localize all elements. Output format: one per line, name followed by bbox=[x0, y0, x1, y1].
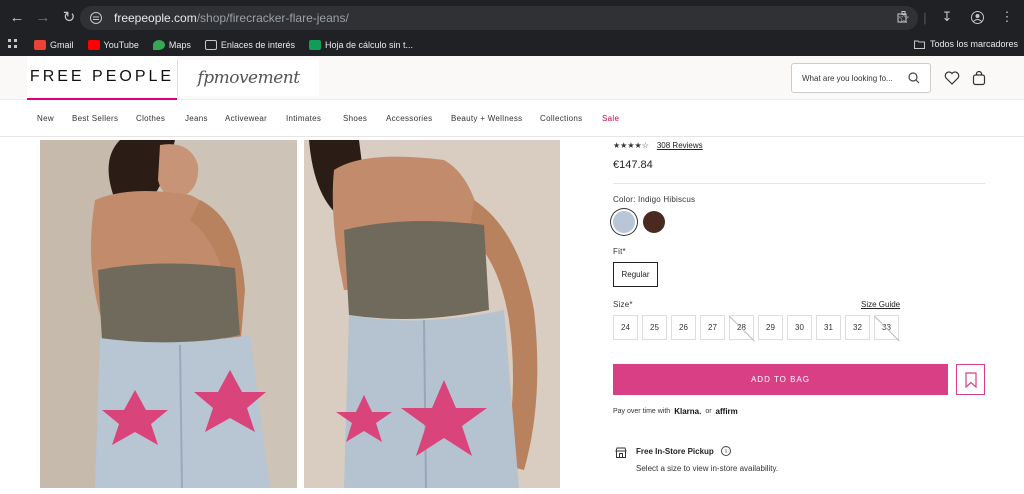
size-option-32[interactable]: 32 bbox=[845, 315, 870, 340]
folder-icon bbox=[913, 40, 925, 49]
site-info-icon[interactable] bbox=[88, 10, 104, 26]
add-to-bag-button[interactable]: ADD TO BAG bbox=[613, 364, 948, 395]
size-options: 24 25 26 27 28 29 30 31 32 33 bbox=[613, 315, 899, 340]
size-label: Size* bbox=[613, 300, 633, 309]
free-people-logo[interactable]: FREE PEOPLE bbox=[27, 56, 177, 100]
pickup-subtext: Select a size to view in-store availabil… bbox=[636, 464, 779, 473]
menu-icon[interactable]: ⋮ bbox=[996, 6, 1018, 28]
nav-item-jeans[interactable]: Jeans bbox=[185, 114, 208, 123]
forward-icon[interactable]: → bbox=[32, 6, 54, 28]
size-option-24[interactable]: 24 bbox=[613, 315, 638, 340]
nav-item-sale[interactable]: Sale bbox=[602, 114, 619, 123]
size-option-28[interactable]: 28 bbox=[729, 315, 754, 340]
back-icon[interactable]: ← bbox=[6, 6, 28, 28]
nav-item-beauty-wellness[interactable]: Beauty + Wellness bbox=[451, 114, 522, 123]
klarna-logo[interactable]: Klarna. bbox=[674, 407, 701, 416]
fit-regular-button[interactable]: Regular bbox=[613, 262, 658, 287]
wishlist-button[interactable] bbox=[956, 364, 985, 395]
info-icon[interactable]: i bbox=[721, 446, 731, 456]
nav-item-new[interactable]: New bbox=[37, 114, 54, 123]
size-guide-link[interactable]: Size Guide bbox=[861, 300, 900, 309]
bag-icon[interactable] bbox=[971, 70, 987, 86]
size-option-25[interactable]: 25 bbox=[642, 315, 667, 340]
category-nav: New Best Sellers Clothes Jeans Activewear Int… bbox=[0, 100, 1024, 137]
bookmark-label: YouTube bbox=[103, 40, 139, 50]
fit-label: Fit* bbox=[613, 247, 626, 256]
bookmark-label: Hoja de cálculo sin t... bbox=[324, 40, 413, 50]
search-box bbox=[791, 63, 931, 93]
bookmark-icon bbox=[964, 371, 977, 388]
bookmark-label: Gmail bbox=[50, 40, 74, 50]
price: €147.84 bbox=[613, 159, 653, 171]
nav-item-best-sellers[interactable]: Best Sellers bbox=[72, 114, 118, 123]
heart-icon[interactable] bbox=[944, 70, 960, 86]
url-text: freepeople.com/shop/firecracker-flare-je… bbox=[114, 11, 349, 25]
store-icon bbox=[615, 447, 627, 458]
extensions-icon[interactable] bbox=[892, 6, 914, 28]
or-text: or bbox=[705, 408, 712, 415]
nav-item-shoes[interactable]: Shoes bbox=[343, 114, 367, 123]
folder-icon bbox=[204, 40, 217, 50]
reload-icon[interactable]: ↻ bbox=[58, 6, 80, 28]
payment-options: Pay over time with Klarna. or affirm bbox=[613, 407, 738, 416]
apps-grid-icon[interactable] bbox=[8, 38, 18, 52]
reviews-link[interactable]: 308 Reviews bbox=[657, 141, 703, 150]
bookmark-item[interactable]: Maps bbox=[152, 40, 191, 50]
gmail-icon bbox=[34, 40, 46, 50]
youtube-icon bbox=[87, 40, 100, 50]
fp-movement-logo[interactable]: fpmovement bbox=[177, 60, 319, 96]
download-icon[interactable]: ↧ bbox=[936, 6, 958, 28]
bookmark-label: Enlaces de interés bbox=[220, 40, 295, 50]
size-option-29[interactable]: 29 bbox=[758, 315, 783, 340]
bookmarks-bar: Gmail YouTube Maps Enlaces de interés Hoja d… bbox=[0, 34, 1024, 56]
product-image-1[interactable] bbox=[40, 140, 297, 488]
nav-item-activewear[interactable]: Activewear bbox=[225, 114, 267, 123]
rating-line: ★★★★☆ 308 Reviews bbox=[613, 141, 703, 150]
sheets-icon bbox=[308, 40, 321, 50]
nav-item-accessories[interactable]: Accessories bbox=[386, 114, 432, 123]
bookmark-item[interactable]: YouTube bbox=[87, 40, 139, 50]
nav-item-intimates[interactable]: Intimates bbox=[286, 114, 321, 123]
profile-icon[interactable] bbox=[966, 6, 988, 28]
nav-item-clothes[interactable]: Clothes bbox=[136, 114, 165, 123]
size-option-30[interactable]: 30 bbox=[787, 315, 812, 340]
browser-toolbar: ← → ↻ freepeople.com/shop/firecracker-fl… bbox=[0, 0, 1024, 34]
divider: | bbox=[923, 9, 927, 25]
movement-logo-text: fpmovement bbox=[197, 68, 300, 88]
color-label: Color: Indigo Hibiscus bbox=[613, 195, 696, 204]
site-header: FREE PEOPLE fpmovement bbox=[0, 56, 1024, 100]
all-bookmarks[interactable]: Todos los marcadores bbox=[913, 39, 1018, 49]
bookmark-item[interactable]: Hoja de cálculo sin t... bbox=[308, 40, 413, 50]
bookmark-label: Maps bbox=[168, 40, 191, 50]
size-option-26[interactable]: 26 bbox=[671, 315, 696, 340]
rating-stars: ★★★★☆ bbox=[613, 141, 649, 150]
maps-icon bbox=[152, 40, 165, 50]
bookmark-item[interactable]: Enlaces de interés bbox=[204, 40, 295, 50]
search-icon[interactable] bbox=[908, 72, 920, 84]
address-bar[interactable]: freepeople.com/shop/firecracker-flare-je… bbox=[80, 6, 918, 30]
affirm-logo[interactable]: affirm bbox=[716, 407, 738, 416]
pay-text: Pay over time with bbox=[613, 408, 671, 415]
swatch-indigo-hibiscus[interactable] bbox=[613, 211, 635, 233]
divider bbox=[613, 183, 985, 184]
size-option-33[interactable]: 33 bbox=[874, 315, 899, 340]
nav-item-collections[interactable]: Collections bbox=[540, 114, 582, 123]
size-option-31[interactable]: 31 bbox=[816, 315, 841, 340]
pickup-title: Free In-Store Pickup bbox=[636, 447, 714, 456]
swatch-dark[interactable] bbox=[643, 211, 665, 233]
search-input[interactable] bbox=[792, 73, 902, 83]
bookmark-item[interactable]: Gmail bbox=[34, 40, 74, 50]
product-image-2[interactable] bbox=[304, 140, 560, 488]
size-option-27[interactable]: 27 bbox=[700, 315, 725, 340]
logo-text: FREE PEOPLE bbox=[29, 68, 175, 85]
